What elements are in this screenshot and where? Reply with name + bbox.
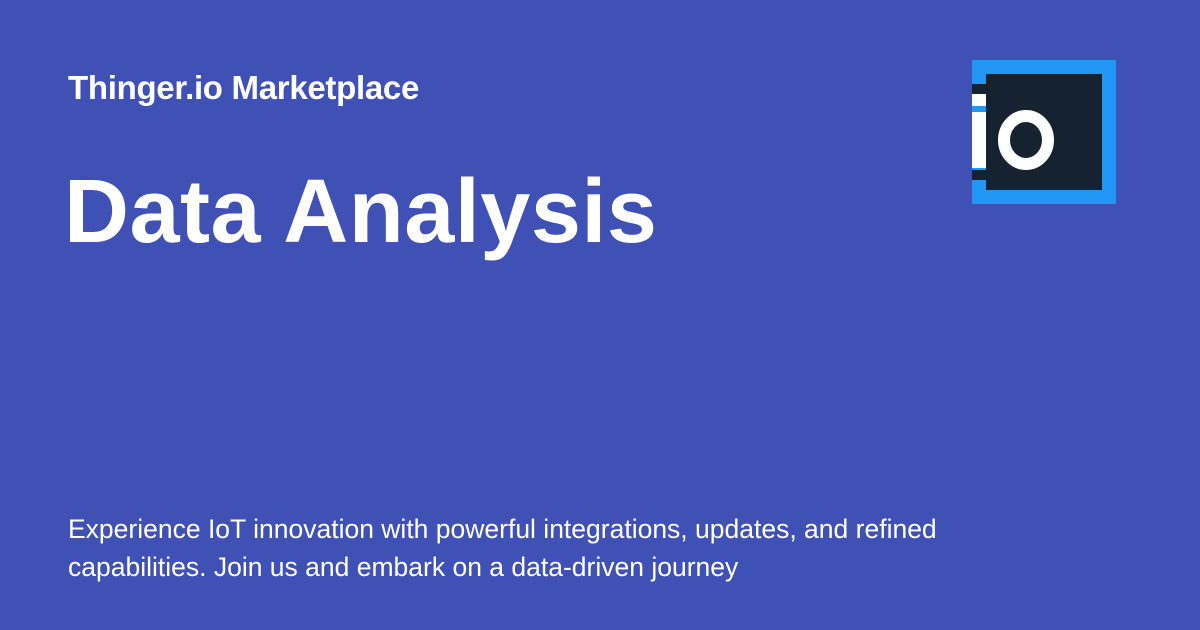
- social-card: Thinger.io Marketplace Data Analysis Exp…: [0, 0, 1200, 630]
- page-title: Data Analysis: [64, 162, 658, 262]
- thinger-io-logo-icon: [972, 60, 1116, 204]
- description-text: Experience IoT innovation with powerful …: [68, 514, 937, 582]
- site-name: Thinger.io Marketplace: [68, 69, 420, 106]
